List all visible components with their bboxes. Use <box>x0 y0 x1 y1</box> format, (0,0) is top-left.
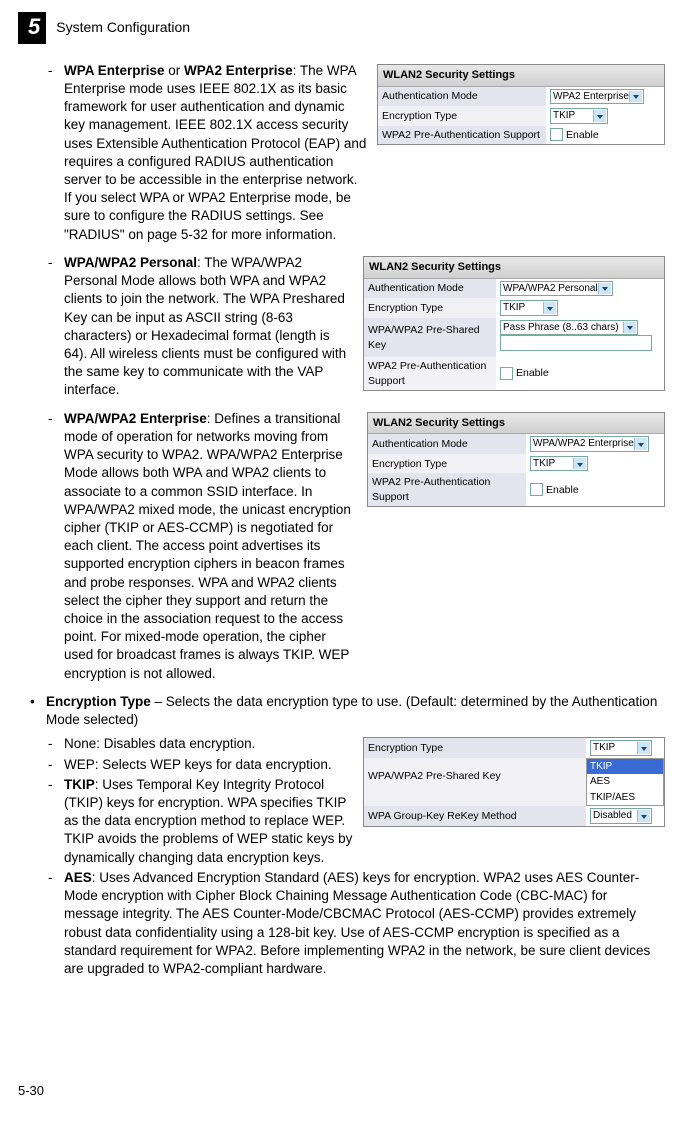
label-enc-type: Encryption Type <box>368 454 526 474</box>
input-psk[interactable] <box>500 335 652 351</box>
dash-bullet: - <box>46 254 64 400</box>
label-enable: Enable <box>566 129 599 141</box>
select-auth-mode[interactable]: WPA/WPA2 Enterprise <box>530 436 649 452</box>
select-enc-type[interactable]: TKIP <box>500 300 558 316</box>
paragraph-wpa-enterprise: WPA Enterprise or WPA2 Enterprise: The W… <box>64 62 367 244</box>
select-auth-mode[interactable]: WPA/WPA2 Personal <box>500 281 613 297</box>
paragraph-wpa-personal: WPA/WPA2 Personal: The WPA/WPA2 Personal… <box>64 254 353 400</box>
figure-title: WLAN2 Security Settings <box>368 413 664 435</box>
chapter-title: System Configuration <box>56 18 190 37</box>
dropdown-options[interactable]: TKIP AES TKIP/AES <box>586 758 664 807</box>
label-psk: WPA/WPA2 Pre-Shared Key <box>364 318 496 358</box>
paragraph-encryption-type: Encryption Type – Selects the data encry… <box>46 693 665 729</box>
paragraph-wep: WEP: Selects WEP keys for data encryptio… <box>64 756 353 774</box>
dash-bullet: - <box>46 776 64 867</box>
figure-wlan2-personal: WLAN2 Security Settings Authentication M… <box>363 256 665 391</box>
dash-bullet: - <box>46 756 64 774</box>
dash-bullet: - <box>46 410 64 683</box>
paragraph-wpa-mixed-enterprise: WPA/WPA2 Enterprise: Defines a transitio… <box>64 410 357 683</box>
checkbox-preauth[interactable] <box>500 367 513 380</box>
page-number: 5-30 <box>18 1082 44 1100</box>
dash-bullet: - <box>46 869 64 978</box>
option-tkip[interactable]: TKIP <box>587 759 663 775</box>
select-enc-type[interactable]: TKIP <box>550 108 608 124</box>
page-header: 5 System Configuration <box>18 12 665 44</box>
label-enc-type: Encryption Type <box>378 106 546 126</box>
option-tkip-aes[interactable]: TKIP/AES <box>587 790 663 806</box>
select-enc-type[interactable]: TKIP <box>530 456 588 472</box>
paragraph-tkip: TKIP: Uses Temporal Key Integrity Protoc… <box>64 776 353 867</box>
figure-wlan2-mixed-enterprise: WLAN2 Security Settings Authentication M… <box>367 412 665 507</box>
label-preauth: WPA2 Pre-Authentication Support <box>378 126 546 144</box>
label-auth-mode: Authentication Mode <box>378 87 546 107</box>
label-enc-type: Encryption Type <box>364 738 586 758</box>
label-auth-mode: Authentication Mode <box>364 279 496 299</box>
bullet: • <box>30 693 46 729</box>
label-enc-type: Encryption Type <box>364 298 496 318</box>
figure-title: WLAN2 Security Settings <box>364 257 664 279</box>
figure-encryption-dropdown: Encryption TypeTKIP WPA/WPA2 Pre-Shared … <box>363 737 665 827</box>
paragraph-aes: AES: Uses Advanced Encryption Standard (… <box>64 869 665 978</box>
figure-wlan2-wpa2-enterprise: WLAN2 Security Settings Authentication M… <box>377 64 665 145</box>
chapter-number: 5 <box>18 12 46 44</box>
label-enable: Enable <box>516 367 549 379</box>
select-psk-format[interactable]: Pass Phrase (8..63 chars) <box>500 320 638 336</box>
paragraph-none: None: Disables data encryption. <box>64 735 353 753</box>
select-rekey[interactable]: Disabled <box>590 808 652 824</box>
dash-bullet: - <box>46 62 64 244</box>
label-preauth: WPA2 Pre-Authentication Support <box>368 473 526 505</box>
dash-bullet: - <box>46 735 64 753</box>
select-auth-mode[interactable]: WPA2 Enterprise <box>550 89 644 105</box>
label-psk: WPA/WPA2 Pre-Shared Key <box>364 758 586 795</box>
select-enc-type[interactable]: TKIP <box>590 740 652 756</box>
label-enable: Enable <box>546 484 579 496</box>
label-preauth: WPA2 Pre-Authentication Support <box>364 357 496 389</box>
figure-title: WLAN2 Security Settings <box>378 65 664 87</box>
option-aes[interactable]: AES <box>587 774 663 790</box>
label-auth-mode: Authentication Mode <box>368 434 526 454</box>
checkbox-preauth[interactable] <box>530 483 543 496</box>
checkbox-preauth[interactable] <box>550 128 563 141</box>
label-rekey: WPA Group-Key ReKey Method <box>364 806 586 826</box>
